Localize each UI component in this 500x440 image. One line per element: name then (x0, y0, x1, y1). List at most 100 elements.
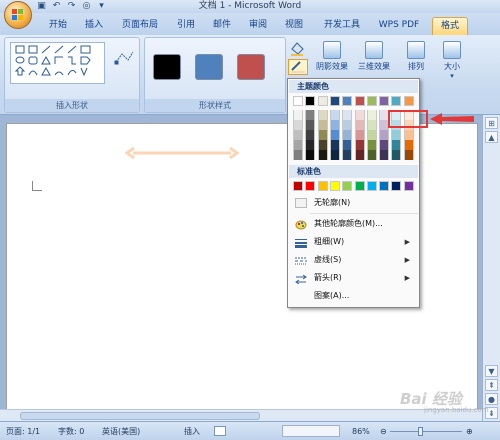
theme-shade-swatch[interactable] (354, 110, 365, 120)
tab-mailings[interactable]: 邮件 (208, 17, 236, 35)
zoom-in-icon[interactable]: ⊕ (466, 426, 473, 437)
theme-color-swatch[interactable] (391, 96, 402, 106)
standard-color-swatch[interactable] (317, 181, 328, 191)
theme-shade-swatch[interactable] (403, 140, 414, 150)
tab-view[interactable]: 视图 (280, 17, 308, 35)
arrows-item[interactable]: 箭头(R) ▶ (289, 269, 418, 287)
standard-color-swatch[interactable] (391, 181, 402, 191)
theme-shade-swatch[interactable] (305, 140, 316, 150)
theme-shade-swatch[interactable] (329, 130, 340, 140)
standard-color-swatch[interactable] (342, 181, 353, 191)
scroll-up-icon[interactable]: ▲ (485, 131, 498, 143)
theme-color-swatch[interactable] (354, 96, 365, 106)
theme-shade-swatch[interactable] (354, 130, 365, 140)
more-outline-colors-item[interactable]: 其他轮廓颜色(M)... (289, 215, 418, 233)
word-count[interactable]: 字数: 0 (58, 426, 84, 437)
theme-color-swatch[interactable] (293, 96, 303, 106)
previous-page-icon[interactable]: ⇞ (485, 379, 498, 391)
weight-item[interactable]: 粗细(W) ▶ (289, 233, 418, 251)
theme-shade-swatch[interactable] (391, 130, 402, 140)
standard-color-swatch[interactable] (403, 181, 414, 191)
theme-color-swatch[interactable] (379, 96, 390, 106)
theme-shade-swatch[interactable] (366, 120, 377, 130)
tab-wps-pdf[interactable]: WPS PDF (374, 17, 424, 35)
theme-shade-swatch[interactable] (342, 110, 353, 120)
theme-shade-swatch[interactable] (366, 140, 377, 150)
standard-color-swatch[interactable] (354, 181, 365, 191)
language-indicator[interactable]: 英语(美国) (102, 426, 140, 437)
shape-outline-button[interactable] (288, 59, 308, 75)
theme-color-swatch[interactable] (317, 96, 328, 106)
theme-shade-swatch[interactable] (403, 130, 414, 140)
dashes-item[interactable]: 虚线(S) ▶ (289, 251, 418, 269)
theme-shade-swatch[interactable] (305, 120, 316, 130)
scroll-down-icon[interactable]: ▼ (485, 365, 498, 377)
theme-shade-swatch[interactable] (329, 140, 340, 150)
theme-shade-swatch[interactable] (329, 110, 340, 120)
shape-fill-icon[interactable] (288, 39, 308, 57)
tab-developer[interactable]: 开发工具 (318, 17, 366, 35)
theme-shade-swatch[interactable] (293, 120, 303, 130)
standard-color-swatch[interactable] (329, 181, 340, 191)
theme-shade-swatch[interactable] (317, 140, 328, 150)
double-arrow-shape[interactable] (125, 146, 239, 160)
page-count[interactable]: 页面: 1/1 (6, 426, 40, 437)
theme-shade-swatch[interactable] (342, 150, 353, 160)
theme-color-swatch[interactable] (342, 96, 353, 106)
theme-shade-swatch[interactable] (366, 150, 377, 160)
pattern-item[interactable]: 图案(A)... (289, 287, 418, 305)
view-buttons[interactable] (282, 425, 340, 437)
theme-shade-swatch[interactable] (379, 130, 390, 140)
horizontal-scroll-thumb[interactable] (20, 412, 260, 420)
edit-shape-icon[interactable] (113, 48, 135, 68)
theme-shade-swatch[interactable] (329, 150, 340, 160)
theme-shade-swatch[interactable] (403, 150, 414, 160)
shape-gallery[interactable] (10, 42, 105, 84)
theme-shade-swatch[interactable] (379, 140, 390, 150)
tab-home[interactable]: 开始 (44, 17, 72, 35)
theme-shade-swatch[interactable] (391, 150, 402, 160)
tab-format[interactable]: 格式 (432, 17, 468, 35)
size-button[interactable]: 大小 ▾ (436, 41, 468, 80)
theme-shade-swatch[interactable] (293, 150, 303, 160)
theme-shade-swatch[interactable] (366, 110, 377, 120)
theme-shade-swatch[interactable] (293, 130, 303, 140)
standard-color-swatch[interactable] (293, 181, 303, 191)
theme-shade-swatch[interactable] (305, 130, 316, 140)
ruler-toggle-icon[interactable]: ⊞ (485, 117, 498, 129)
theme-shade-swatch[interactable] (354, 140, 365, 150)
horizontal-scrollbar[interactable] (0, 409, 482, 421)
theme-color-swatch[interactable] (403, 96, 414, 106)
zoom-slider-track[interactable] (390, 431, 462, 432)
standard-color-swatch[interactable] (305, 181, 316, 191)
vertical-scrollbar[interactable]: ⊞ ▲ ▼ ⇞ ● ⇟ (482, 115, 500, 421)
theme-shade-swatch[interactable] (342, 140, 353, 150)
tab-review[interactable]: 审阅 (244, 17, 272, 35)
theme-shade-swatch[interactable] (366, 130, 377, 140)
theme-shade-swatch[interactable] (329, 120, 340, 130)
tab-page-layout[interactable]: 页面布局 (116, 17, 164, 35)
shape-style-red[interactable] (237, 54, 265, 80)
zoom-out-icon[interactable]: ⊖ (380, 426, 387, 437)
3d-effect-button[interactable]: 三维效果 (358, 41, 390, 72)
theme-shade-swatch[interactable] (317, 150, 328, 160)
theme-shade-swatch[interactable] (354, 120, 365, 130)
standard-color-swatch[interactable] (379, 181, 390, 191)
zoom-percent[interactable]: 86% (352, 426, 370, 437)
theme-color-swatch[interactable] (305, 96, 316, 106)
theme-color-swatch[interactable] (329, 96, 340, 106)
theme-shade-swatch[interactable] (317, 110, 328, 120)
no-outline-item[interactable]: 无轮廓(N) (289, 194, 418, 212)
theme-shade-swatch[interactable] (293, 140, 303, 150)
theme-shade-swatch[interactable] (317, 120, 328, 130)
office-button[interactable] (4, 1, 32, 29)
theme-shade-swatch[interactable] (305, 110, 316, 120)
tab-insert[interactable]: 插入 (80, 17, 108, 35)
theme-shade-swatch[interactable] (342, 120, 353, 130)
shape-style-black[interactable] (153, 54, 181, 80)
macro-record-icon[interactable] (214, 426, 226, 436)
arrange-button[interactable]: 排列 (400, 41, 432, 72)
theme-shade-swatch[interactable] (342, 130, 353, 140)
theme-shade-swatch[interactable] (379, 150, 390, 160)
browse-object-icon[interactable]: ● (485, 393, 498, 405)
